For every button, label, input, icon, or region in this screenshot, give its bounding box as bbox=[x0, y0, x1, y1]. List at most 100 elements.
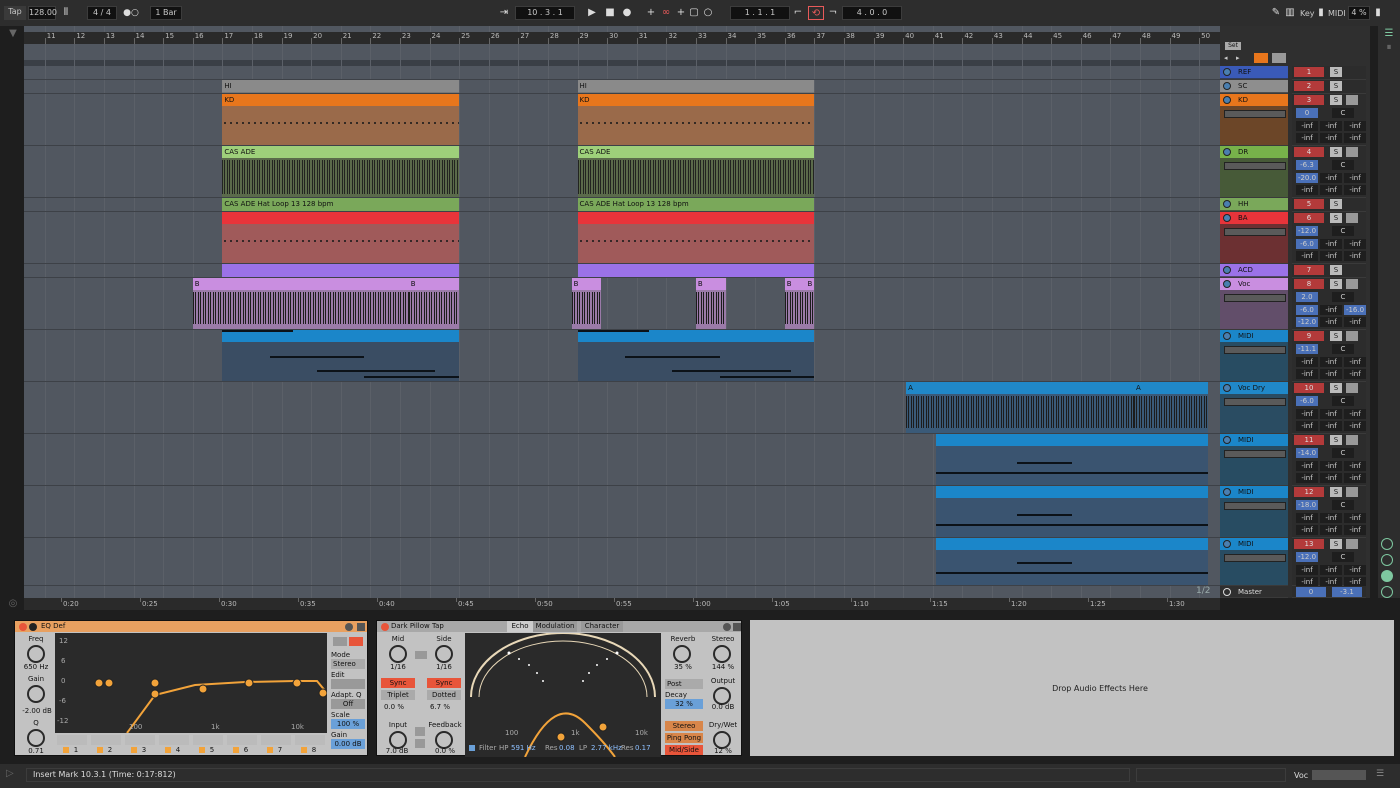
arrangement-clip[interactable]: HI bbox=[222, 80, 460, 93]
overview-toggle-icon[interactable]: ◎ bbox=[6, 598, 20, 610]
pan-field[interactable]: C bbox=[1332, 500, 1354, 510]
stereo-value[interactable]: 144 % bbox=[705, 663, 741, 671]
arrangement-clip[interactable]: B bbox=[784, 278, 806, 329]
drop-zone[interactable]: Drop Audio Effects Here bbox=[750, 620, 1394, 756]
clip-slot[interactable] bbox=[1224, 398, 1286, 406]
output-gain-field[interactable]: 0.00 dB bbox=[331, 739, 365, 749]
q-value[interactable]: 0.71 bbox=[21, 747, 51, 755]
mode-select[interactable]: Stereo bbox=[331, 659, 365, 669]
eq-band-type-select[interactable] bbox=[125, 735, 155, 745]
loop-start-field[interactable]: 1 . 1 . 1 bbox=[730, 6, 790, 20]
side-knob[interactable] bbox=[435, 645, 453, 663]
fold-icon[interactable] bbox=[1223, 68, 1231, 76]
eq-band-type-select[interactable] bbox=[261, 735, 291, 745]
arm-button[interactable] bbox=[1346, 279, 1358, 289]
scale-field[interactable]: 100 % bbox=[331, 719, 365, 729]
clip-header[interactable] bbox=[935, 486, 1208, 498]
send-field[interactable]: -inf bbox=[1320, 185, 1342, 195]
send-field[interactable]: -inf bbox=[1320, 251, 1342, 261]
fold-icon[interactable] bbox=[1223, 436, 1231, 444]
feedback-value[interactable]: 0.0 % bbox=[429, 747, 461, 755]
reverb-knob[interactable] bbox=[673, 645, 691, 663]
dry-wet-value[interactable]: 12 % bbox=[705, 747, 741, 755]
send-field[interactable]: -inf bbox=[1320, 121, 1342, 131]
eq-hotswap-icon[interactable] bbox=[29, 623, 37, 631]
arm-button[interactable] bbox=[1346, 95, 1358, 105]
clip-icon[interactable] bbox=[415, 739, 425, 748]
automation-arm-icon[interactable]: ∞ bbox=[659, 6, 673, 20]
echo-edit-icon[interactable] bbox=[723, 623, 731, 631]
arrangement-clip[interactable]: B bbox=[571, 278, 602, 329]
eq-band-3-handle[interactable] bbox=[150, 678, 160, 688]
volume-field[interactable]: -12.0 bbox=[1296, 552, 1318, 562]
arrange-toggle-icon[interactable] bbox=[1254, 53, 1268, 63]
fold-icon[interactable] bbox=[1223, 384, 1231, 392]
arrangement-clip[interactable]: CAS ADE Hat Loop 13 128 bpm bbox=[222, 198, 460, 211]
lock-icon[interactable] bbox=[1272, 53, 1286, 63]
mid-knob[interactable] bbox=[389, 645, 407, 663]
metronome-icon[interactable]: ●○ bbox=[122, 6, 140, 20]
io-view-icon[interactable] bbox=[1381, 586, 1393, 598]
position-field[interactable]: 10 . 3 . 1 bbox=[515, 6, 575, 20]
sync-left-toggle[interactable]: Sync bbox=[381, 678, 415, 688]
track-header[interactable]: Voc bbox=[1220, 278, 1288, 330]
eq-band-type-select[interactable] bbox=[57, 735, 87, 745]
reverb-value[interactable]: 35 % bbox=[665, 663, 701, 671]
clip-header[interactable] bbox=[222, 264, 460, 276]
echo-save-icon[interactable] bbox=[733, 623, 741, 631]
triplet-select[interactable]: Triplet bbox=[381, 690, 415, 700]
res-1-value[interactable]: 0.08 bbox=[559, 744, 575, 752]
clip-slot[interactable] bbox=[1224, 554, 1286, 562]
solo-button[interactable]: S bbox=[1330, 539, 1342, 549]
master-pan[interactable]: -3.1 bbox=[1332, 587, 1362, 597]
master-header[interactable]: Master bbox=[1220, 586, 1288, 598]
arrangement-clip[interactable] bbox=[935, 486, 1208, 537]
eq-band-4-handle[interactable] bbox=[150, 689, 160, 699]
eq-band-6-handle[interactable] bbox=[244, 678, 254, 688]
track-header[interactable]: DR bbox=[1220, 146, 1288, 198]
volume-field[interactable]: 2.0 bbox=[1296, 292, 1318, 302]
lp-handle[interactable] bbox=[598, 722, 608, 732]
track-activator[interactable]: 2 bbox=[1294, 81, 1324, 91]
stereo-knob[interactable] bbox=[713, 645, 731, 663]
clip-header[interactable]: A bbox=[906, 382, 1134, 394]
arrangement-clip[interactable]: B bbox=[408, 278, 460, 329]
clip-slot[interactable] bbox=[1224, 502, 1286, 510]
fold-icon[interactable] bbox=[1223, 148, 1231, 156]
arm-button[interactable] bbox=[1346, 487, 1358, 497]
q-knob[interactable] bbox=[27, 729, 45, 747]
send-field[interactable]: -inf bbox=[1344, 473, 1366, 483]
send-field[interactable]: -inf bbox=[1320, 357, 1342, 367]
volume-field[interactable]: -18.0 bbox=[1296, 500, 1318, 510]
overdub-icon[interactable]: + bbox=[645, 6, 657, 20]
pan-field[interactable]: C bbox=[1332, 226, 1354, 236]
eq-band-type-select[interactable] bbox=[91, 735, 121, 745]
track-header[interactable]: Voc Dry bbox=[1220, 382, 1288, 434]
arm-button[interactable] bbox=[1346, 147, 1358, 157]
pan-field[interactable]: C bbox=[1332, 552, 1354, 562]
pause-icon[interactable]: ⏸ bbox=[1382, 42, 1396, 53]
track-header[interactable]: MIDI bbox=[1220, 434, 1288, 486]
mid-side-button[interactable]: Mid/Side bbox=[665, 745, 703, 755]
follow-icon[interactable]: ⇥ bbox=[496, 6, 512, 20]
loop-switch-icon[interactable]: ⟲ bbox=[808, 6, 824, 20]
eq-device[interactable]: EQ Def Freq 650 Hz Gain -2.00 dB Q 0.71 … bbox=[14, 620, 368, 756]
echo-display[interactable]: 100 1k 10k Filter HP 591 Hz Res 0.08 LP … bbox=[465, 632, 661, 758]
echo-device[interactable]: Dark Pillow Tap Echo Modulation Characte… bbox=[376, 620, 742, 758]
track-header[interactable]: MIDI bbox=[1220, 486, 1288, 538]
dotted-select[interactable]: Dotted bbox=[427, 690, 461, 700]
punch-in-icon[interactable]: ⌐ bbox=[792, 6, 804, 20]
key-map-button[interactable]: Key bbox=[1300, 9, 1315, 18]
track-activator[interactable]: 13 bbox=[1294, 539, 1324, 549]
send-field[interactable]: -inf bbox=[1296, 121, 1318, 131]
arrangement-clip[interactable]: A bbox=[1134, 382, 1208, 433]
send-field[interactable]: -inf bbox=[1296, 473, 1318, 483]
track-header[interactable]: ACD bbox=[1220, 264, 1288, 278]
track-activator[interactable]: 5 bbox=[1294, 199, 1324, 209]
send-field[interactable]: -inf bbox=[1296, 251, 1318, 261]
volume-field[interactable]: -6.0 bbox=[1296, 396, 1318, 406]
keyboard-icon[interactable]: ▥ bbox=[1284, 6, 1296, 20]
send-field[interactable]: -inf bbox=[1344, 317, 1366, 327]
fold-icon[interactable] bbox=[1223, 540, 1231, 548]
clip-header[interactable]: CAS ADE Hat Loop 13 128 bpm bbox=[577, 198, 815, 210]
